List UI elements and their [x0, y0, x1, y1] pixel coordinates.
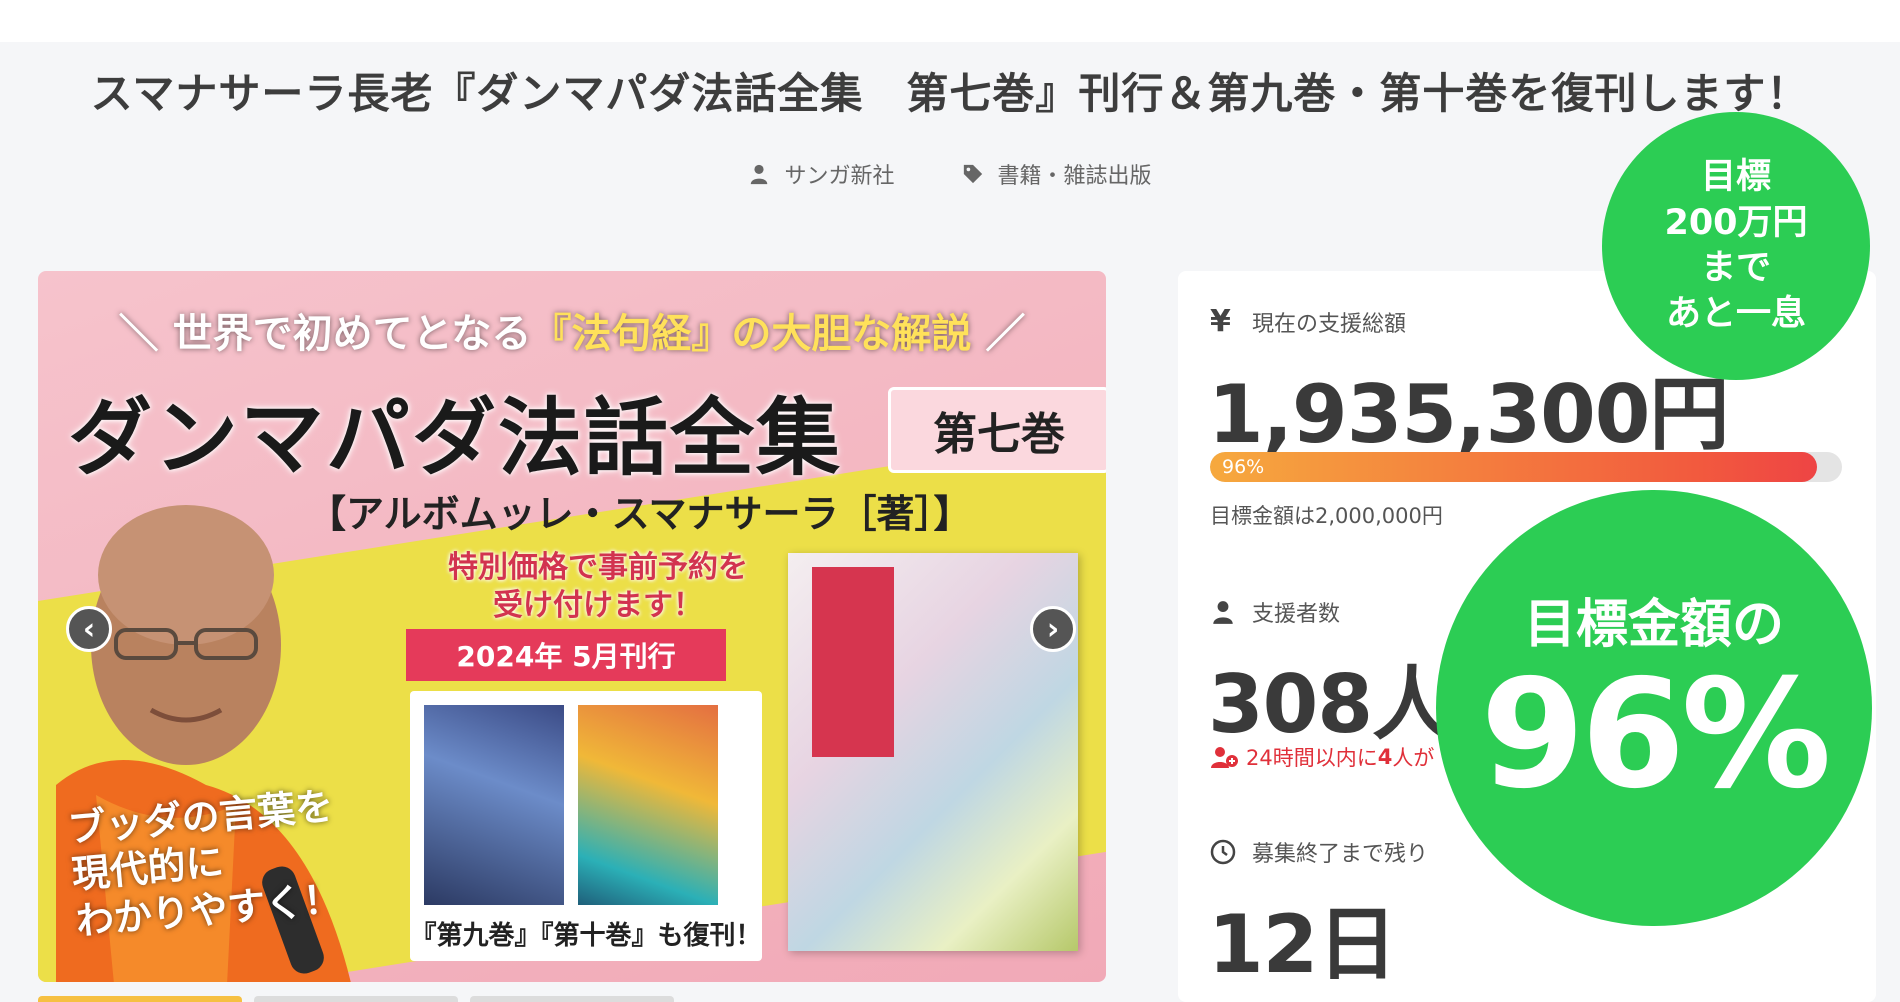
total-label: ¥ 現在の支援総額: [1210, 306, 1406, 338]
goal-percent-badge: 目標金額の 96%: [1436, 490, 1872, 926]
supporters-label: 支援者数: [1210, 596, 1340, 628]
banner-suffix: ／: [971, 310, 1026, 357]
top-bar: [0, 0, 1900, 42]
category-link[interactable]: 書籍・雑誌出版: [962, 158, 1152, 190]
category-name: 書籍・雑誌出版: [997, 164, 1152, 189]
owner-name: サンガ新社: [784, 164, 895, 189]
recent-count: 4: [1377, 745, 1393, 769]
goal-badge-line1: 目標: [1700, 157, 1771, 197]
visual-release-date: 2024年 5月刊行: [406, 629, 726, 681]
tag-icon: [963, 164, 982, 184]
remaining-days: 12日: [1208, 898, 1397, 991]
funding-progress-bar: 96%: [1210, 452, 1842, 482]
thumbnail-3[interactable]: [470, 996, 674, 1002]
goal-nearly-badge: 目標 200万円 まで あと一息: [1602, 112, 1870, 380]
book-cover-vol7: [788, 553, 1078, 951]
book-cover-strip: [812, 567, 894, 757]
visual-slogan: ブッダの言葉を 現代的に わかりやすく！: [66, 783, 343, 945]
clock-icon: [1210, 839, 1236, 865]
prebook-line1: 特別価格で事前予約を: [448, 550, 748, 585]
visual-volume: 第七巻: [888, 387, 1106, 473]
chevron-right-icon: ›: [1046, 611, 1060, 647]
supporters-count: 308人: [1208, 658, 1452, 751]
user-plus-icon: [1211, 747, 1238, 768]
book-cover-vol9: [424, 705, 564, 905]
chevron-left-icon: ‹: [82, 611, 96, 647]
visual-author: 【アルボムッレ・スマナサーラ［著］】: [308, 491, 972, 536]
thumbnail-2[interactable]: [254, 996, 458, 1002]
user-icon: [1213, 601, 1233, 624]
carousel-next-button[interactable]: ›: [1030, 606, 1076, 652]
goal-badge-line3: まで: [1700, 248, 1771, 288]
banner-highlight: 『法句経』の大胆な解説: [531, 310, 972, 357]
thumbnail-1[interactable]: [38, 996, 242, 1002]
yen-icon: ¥: [1210, 304, 1231, 339]
main-visual: ＼ 世界で初めてとなる『法句経』の大胆な解説 ／ ダンマパダ法話全集 第七巻 【…: [38, 271, 1106, 982]
visual-banner: ＼ 世界で初めてとなる『法句経』の大胆な解説 ／: [38, 301, 1106, 359]
remaining-label: 募集終了まで残り: [1210, 836, 1428, 868]
percent-badge-line1: 目標金額の: [1523, 594, 1784, 655]
goal-amount-text: 目標金額は2,000,000円: [1210, 504, 1443, 528]
reissue-books: 『第九巻』『第十巻』も復刊！: [410, 691, 762, 961]
book-cover-vol10: [578, 705, 718, 905]
recent-supporters: 24時間以内に 4 人が: [1210, 742, 1434, 772]
banner-prefix: ＼ 世界で初めてとなる: [118, 310, 532, 357]
progress-percent: 96%: [1222, 456, 1265, 478]
recent-prefix: 24時間以内に: [1246, 746, 1378, 770]
visual-reissue: 『第九巻』『第十巻』も復刊！: [410, 921, 762, 951]
total-label-text: 現在の支援総額: [1252, 312, 1407, 337]
goal-badge-line2: 200万円: [1664, 202, 1808, 243]
progress-fill: [1210, 452, 1817, 482]
visual-prebook: 特別価格で事前予約を 受け付けます！: [398, 549, 798, 624]
prebook-line2: 受け付けます！: [493, 587, 703, 623]
recent-suffix: 人が: [1392, 746, 1435, 770]
supporters-label-text: 支援者数: [1252, 602, 1341, 627]
project-title: スマナサーラ長老『ダンマパダ法話全集 第七巻』刊行＆第九巻・第十巻を復刊します！: [90, 69, 1810, 118]
total-amount: 1,935,300円: [1208, 368, 1729, 461]
owner-link[interactable]: サンガ新社: [748, 158, 895, 190]
carousel-prev-button[interactable]: ‹: [66, 606, 112, 652]
remaining-label-text: 募集終了まで残り: [1252, 842, 1429, 867]
user-icon: [751, 164, 768, 185]
percent-badge-line2: 96%: [1480, 647, 1831, 822]
visual-book-title: ダンマパダ法話全集: [68, 388, 843, 487]
goal-badge-line4: あと一息: [1665, 293, 1806, 334]
